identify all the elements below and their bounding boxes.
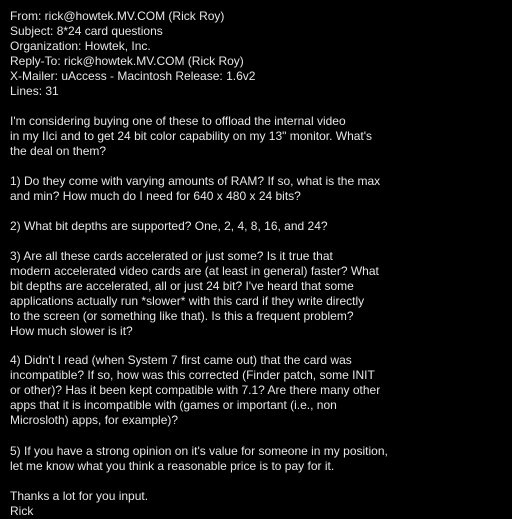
header-reply-to: Reply-To: rick@howtek.MV.COM (Rick Roy) [10,54,244,68]
question-4: 4) Didn't I read (when System 7 first ca… [10,353,380,428]
signature: Thanks a lot for you input. Rick [10,489,148,519]
header-lines: Lines: 31 [10,84,59,98]
body-line: 5) If you have a strong opinion on it's … [10,444,388,458]
header-organization: Organization: Howtek, Inc. [10,39,151,53]
email-headers: From: rick@howtek.MV.COM (Rick Roy) Subj… [10,9,255,99]
body-line: and min? How much do I need for 640 x 48… [10,189,301,203]
header-x-mailer: X-Mailer: uAccess - Macintosh Release: 1… [10,69,256,83]
body-line: incompatible? If so, how was this correc… [10,368,375,382]
email-message: From: rick@howtek.MV.COM (Rick Roy) Subj… [0,0,512,518]
header-subject: Subject: 8*24 card questions [10,24,163,38]
question-2: 2) What bit depths are supported? One, 2… [10,219,328,234]
body-line: 2) What bit depths are supported? One, 2… [10,219,328,233]
body-line: 3) Are all these cards accelerated or ju… [10,249,333,263]
body-line: Thanks a lot for you input. [10,489,149,503]
body-line: or other)? Has it been kept compatible w… [10,383,381,397]
body-line: 4) Didn't I read (when System 7 first ca… [10,353,352,367]
body-line: applications actually run *slower* with … [10,294,365,308]
header-from: From: rick@howtek.MV.COM (Rick Roy) [10,9,225,23]
body-line: 1) Do they come with varying amounts of … [10,174,381,188]
body-line: in my IIci and to get 24 bit color capab… [10,129,373,143]
body-line: let me know what you think a reasonable … [10,459,335,473]
body-line: Microsloth) apps, for example)? [10,413,179,427]
body-line: the deal on them? [10,144,107,158]
body-line: bit depths are accelerated, all or just … [10,279,354,293]
question-5: 5) If you have a strong opinion on it's … [10,444,388,474]
body-line: How much slower is it? [10,324,133,338]
body-line: to the screen (or something like that). … [10,309,354,323]
question-1: 1) Do they come with varying amounts of … [10,174,380,204]
body-line: modern accelerated video cards are (at l… [10,264,379,278]
body-line: apps that it is incompatible with (games… [10,398,337,412]
paragraph-intro: I'm considering buying one of these to o… [10,114,372,159]
question-3: 3) Are all these cards accelerated or ju… [10,249,379,339]
body-line: I'm considering buying one of these to o… [10,114,346,128]
